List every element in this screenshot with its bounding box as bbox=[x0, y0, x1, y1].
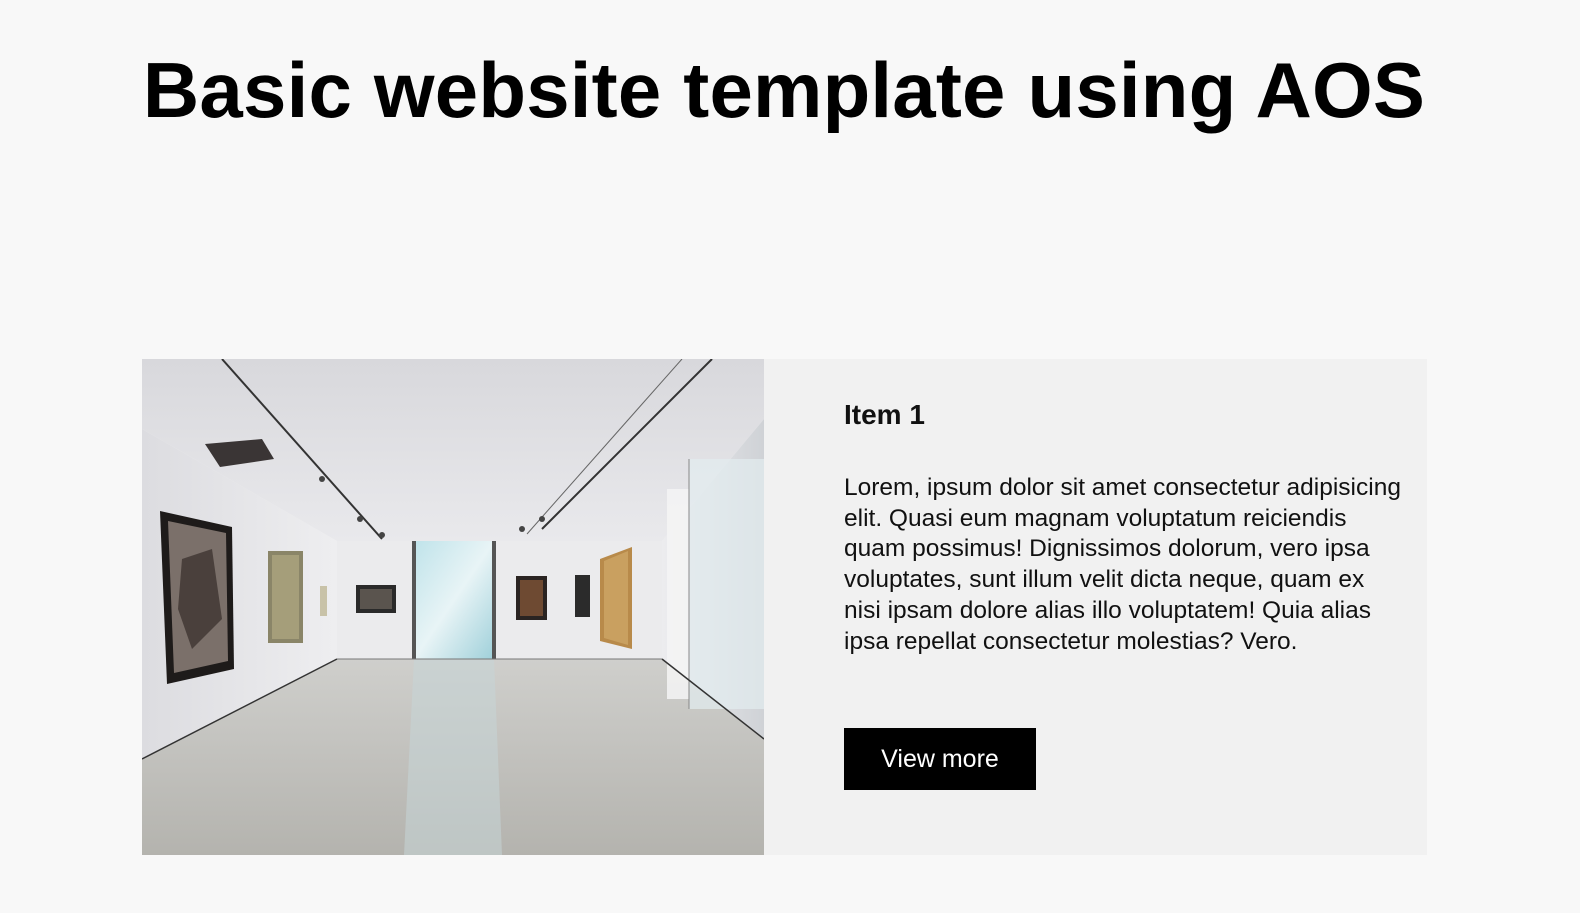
page-title: Basic website template using AOS bbox=[142, 46, 1426, 134]
gallery-photo bbox=[142, 359, 764, 855]
item-card-body: Item 1 Lorem, ipsum dolor sit amet conse… bbox=[764, 359, 1427, 855]
view-more-button[interactable]: View more bbox=[844, 728, 1036, 790]
item-card: Item 1 Lorem, ipsum dolor sit amet conse… bbox=[142, 359, 1427, 855]
item-heading: Item 1 bbox=[844, 399, 925, 430]
item-description: Lorem, ipsum dolor sit amet consectetur … bbox=[844, 474, 1401, 655]
